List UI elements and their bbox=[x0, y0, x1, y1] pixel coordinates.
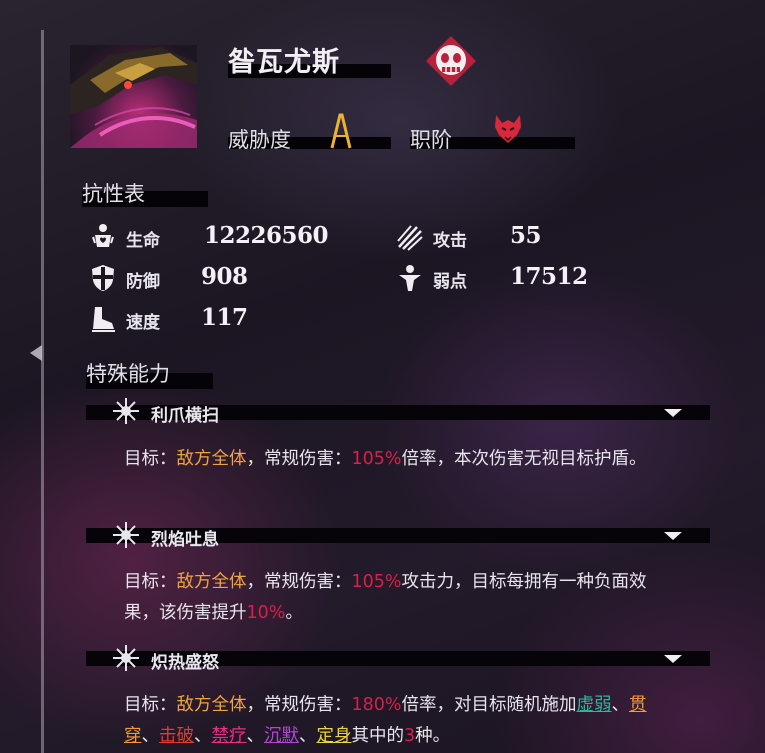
class-label: 职阶 bbox=[410, 128, 452, 152]
desc-segment: 105% bbox=[351, 449, 402, 469]
skill-desc-2: 目标：敌方全体，常规伤害：105%攻击力，目标每拥有一种负面效果，该伤害提升10… bbox=[124, 567, 664, 629]
desc-segment: 敌方全体 bbox=[176, 695, 247, 715]
desc-segment: 、 bbox=[194, 726, 212, 746]
desc-segment: 3 bbox=[404, 726, 416, 746]
desc-segment: 、 bbox=[246, 726, 265, 746]
desc-segment[interactable]: 定身 bbox=[317, 726, 352, 746]
stat-value-spd: 117 bbox=[201, 304, 248, 331]
desc-segment: 敌方全体 bbox=[176, 449, 247, 469]
sunburst-skill-icon bbox=[112, 521, 140, 549]
boot-icon bbox=[90, 305, 116, 333]
desc-segment: 、 bbox=[141, 726, 160, 746]
skill-desc-1: 目标：敌方全体，常规伤害：105%倍率，本次伤害无视目标护盾。 bbox=[124, 444, 664, 475]
desc-segment: 种。 bbox=[415, 726, 451, 746]
skull-mask-icon bbox=[425, 35, 477, 87]
desc-segment: 105% bbox=[351, 572, 402, 592]
threat-rank-a-icon bbox=[329, 112, 353, 150]
desc-segment: 倍率，对目标随机施加 bbox=[401, 695, 577, 715]
desc-segment[interactable]: 沉默 bbox=[264, 726, 299, 746]
desc-segment[interactable]: 击破 bbox=[159, 726, 194, 746]
desc-segment: 目标： bbox=[124, 695, 177, 715]
desc-segment: 其中的 bbox=[351, 726, 405, 746]
chevron-down-icon[interactable] bbox=[664, 532, 682, 540]
stat-label-hp: 生命 bbox=[126, 231, 160, 251]
desc-segment: 、 bbox=[611, 695, 630, 715]
desc-segment: ，常规伤害： bbox=[246, 572, 352, 592]
chevron-down-icon[interactable] bbox=[664, 655, 682, 663]
desc-segment: 目标： bbox=[124, 449, 177, 469]
desc-segment: 180% bbox=[351, 695, 402, 715]
stat-value-weakpoint: 17512 bbox=[510, 263, 588, 290]
sunburst-skill-icon bbox=[112, 397, 140, 425]
stat-label-weakpoint: 弱点 bbox=[433, 272, 467, 292]
desc-segment: 目标： bbox=[124, 572, 177, 592]
desc-segment: 、 bbox=[299, 726, 317, 746]
stat-value-def: 908 bbox=[201, 263, 248, 290]
chevron-down-icon[interactable] bbox=[664, 409, 682, 417]
monster-name: 昝瓦尤斯 bbox=[228, 47, 340, 78]
panel-divider-line bbox=[41, 30, 44, 753]
desc-segment[interactable]: 禁疗 bbox=[212, 726, 247, 746]
monster-portrait bbox=[70, 45, 197, 148]
stat-value-atk: 55 bbox=[510, 222, 542, 249]
claw-icon bbox=[397, 223, 423, 251]
stat-label-spd: 速度 bbox=[126, 313, 160, 333]
desc-segment: ，常规伤害： bbox=[246, 695, 352, 715]
skill-name-3: 炽热盛怒 bbox=[151, 653, 219, 673]
resistance-title: 抗性表 bbox=[82, 182, 145, 206]
stat-label-atk: 攻击 bbox=[433, 231, 467, 251]
threat-label: 威胁度 bbox=[228, 128, 291, 152]
skill-name-2: 烈焰吐息 bbox=[151, 530, 219, 550]
shield-icon bbox=[90, 264, 116, 292]
desc-segment: 。 bbox=[285, 603, 303, 623]
desc-segment: 倍率，本次伤害无视目标护盾。 bbox=[401, 449, 647, 469]
heart-figure-icon bbox=[90, 223, 116, 251]
sunburst-skill-icon bbox=[112, 644, 140, 672]
desc-segment[interactable]: 虚弱 bbox=[577, 695, 612, 715]
weakpoint-figure-icon bbox=[397, 264, 423, 292]
stat-value-hp: 12226560 bbox=[204, 222, 329, 249]
desc-segment: 10% bbox=[246, 603, 286, 623]
skill-name-1: 利爪横扫 bbox=[151, 406, 219, 426]
wolf-head-icon bbox=[492, 113, 524, 145]
stat-label-def: 防御 bbox=[126, 272, 160, 292]
desc-segment: 敌方全体 bbox=[176, 572, 247, 592]
collapse-arrow-icon[interactable] bbox=[30, 345, 42, 361]
desc-segment: ，常规伤害： bbox=[246, 449, 352, 469]
abilities-title: 特殊能力 bbox=[86, 362, 170, 386]
skill-desc-3: 目标：敌方全体，常规伤害：180%倍率，对目标随机施加虚弱、贯穿、击破、禁疗、沉… bbox=[124, 690, 664, 752]
